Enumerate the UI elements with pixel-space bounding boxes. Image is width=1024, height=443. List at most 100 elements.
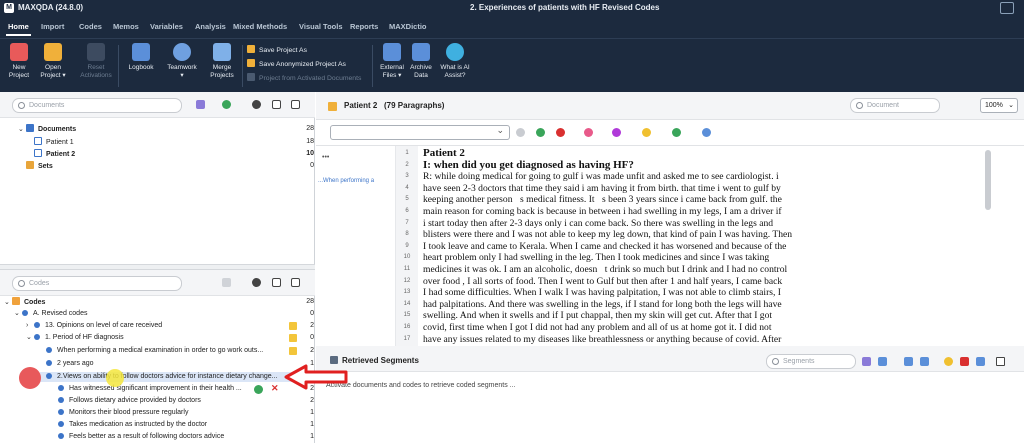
emoticode-icon[interactable]: [642, 128, 651, 137]
document-text-line[interactable]: blisters were there and I was not able t…: [423, 229, 792, 240]
documents-root[interactable]: ⌄ Documents 28: [18, 124, 315, 134]
edit-icon[interactable]: [328, 102, 337, 111]
chevron-down-icon[interactable]: ⌄: [14, 309, 22, 319]
gear-icon[interactable]: [252, 278, 261, 287]
tab-memos[interactable]: Memos: [113, 22, 139, 31]
code-select-dropdown[interactable]: [330, 125, 510, 140]
document-text-line[interactable]: have any issues related to my diseases l…: [423, 334, 781, 345]
document-scrollbar[interactable]: [985, 150, 991, 210]
highlight-icon[interactable]: [612, 128, 621, 137]
ai-assist-button[interactable]: What is AI Assist?: [438, 43, 472, 80]
tab-home[interactable]: Home: [6, 22, 31, 36]
tab-variables[interactable]: Variables: [150, 22, 183, 31]
tab-mixed-methods[interactable]: Mixed Methods: [233, 22, 287, 31]
close-icon[interactable]: ✕: [271, 383, 279, 393]
archive-data-button[interactable]: Archive Data: [404, 43, 438, 80]
add-code-icon[interactable]: [254, 385, 263, 394]
documents-search-input[interactable]: Documents: [12, 98, 182, 113]
codes-root[interactable]: ⌄ Codes 28: [4, 297, 315, 307]
list-icon[interactable]: [904, 357, 913, 366]
document-text-line[interactable]: swelling. And when it swells and if I pu…: [423, 310, 772, 321]
document-item[interactable]: Patient 1 18: [34, 137, 315, 147]
document-search-input[interactable]: Document: [850, 98, 940, 113]
window-layout-icon[interactable]: [1000, 2, 1014, 14]
gear-icon[interactable]: [252, 100, 261, 109]
chevron-down-icon[interactable]: ⌄: [18, 125, 26, 135]
document-text-line[interactable]: I: when did you get diagnosed as having …: [423, 159, 634, 171]
chevron-right-icon[interactable]: ›: [26, 321, 34, 331]
add-icon[interactable]: [222, 100, 231, 109]
code-row[interactable]: Has witnessed significant improvement in…: [58, 383, 315, 394]
document-text-line[interactable]: Patient 2: [423, 148, 465, 159]
document-item[interactable]: Patient 2 10: [34, 149, 315, 159]
document-text-line[interactable]: heart problem only I had swelling in the…: [423, 252, 769, 263]
code-row-selected[interactable]: 2.Views on ability to follow doctors adv…: [40, 372, 315, 382]
document-text-line[interactable]: medicines it was ok. I am an alcoholic, …: [423, 264, 787, 275]
undock-icon[interactable]: [291, 278, 300, 287]
export-icon[interactable]: [960, 357, 969, 366]
chevron-down-icon[interactable]: ⌄: [26, 333, 34, 343]
document-text-line[interactable]: i start today then after 2-3 days only i…: [423, 218, 773, 229]
undock-icon[interactable]: [996, 357, 1005, 366]
code-tool-icon[interactable]: [222, 278, 231, 287]
document-text-line[interactable]: had palpitations. And there was swelling…: [423, 299, 782, 310]
table-icon[interactable]: [920, 357, 929, 366]
code-row[interactable]: Takes medication as instructed by the do…: [58, 420, 315, 430]
zoom-select[interactable]: 100% ⌄: [980, 98, 1018, 113]
code-row[interactable]: Monitors their blood pressure regularly …: [58, 408, 315, 418]
view-icon[interactable]: [878, 357, 887, 366]
document-text-line[interactable]: R: while doing medical for going to gulf…: [423, 171, 779, 182]
new-document-icon[interactable]: [196, 100, 205, 109]
code-row[interactable]: Feels better as a result of following do…: [58, 432, 315, 442]
teamwork-button[interactable]: Teamwork ▾: [165, 43, 199, 80]
excel-icon[interactable]: [976, 357, 985, 366]
tab-codes[interactable]: Codes: [79, 22, 102, 31]
tab-analysis[interactable]: Analysis: [195, 22, 226, 31]
filter-icon[interactable]: [862, 357, 871, 366]
tab-maxdictio[interactable]: MAXDictio: [389, 22, 427, 31]
tab-import[interactable]: Import: [41, 22, 64, 31]
document-text-line[interactable]: keeping another person s medical fitness…: [423, 194, 782, 205]
code-arrow-icon[interactable]: [516, 128, 525, 137]
code-row[interactable]: Follows dietary advice provided by docto…: [58, 396, 315, 406]
tab-reports[interactable]: Reports: [350, 22, 378, 31]
memo-icon[interactable]: [289, 347, 297, 355]
in-vivo-icon[interactable]: [672, 128, 681, 137]
document-text-line[interactable]: over food , I all sorts of food. Then I …: [423, 276, 782, 287]
new-project-button[interactable]: New Project: [2, 43, 36, 80]
memo-icon[interactable]: [289, 334, 297, 342]
color-code-icon[interactable]: [584, 128, 593, 137]
code-row[interactable]: ⌄ A. Revised codes 0: [14, 309, 315, 319]
document-text-line[interactable]: covid, first time when I got I did not h…: [423, 322, 772, 333]
document-text-line[interactable]: I took leave and came to Kerala. When I …: [423, 241, 786, 252]
code-remove-icon[interactable]: [556, 128, 565, 137]
more-dots[interactable]: •••: [322, 154, 329, 161]
ai-icon[interactable]: [944, 357, 953, 366]
coding-stripe-label[interactable]: ...When performing a: [318, 178, 374, 184]
code-row[interactable]: When performing a medical examination in…: [46, 346, 315, 356]
segments-search-input[interactable]: Segments: [766, 354, 856, 369]
merge-projects-button[interactable]: Merge Projects: [205, 43, 239, 80]
document-text-line[interactable]: have seen 2-3 doctors that time they sai…: [423, 183, 781, 194]
codes-search-input[interactable]: Codes: [12, 276, 182, 291]
code-add-icon[interactable]: [536, 128, 545, 137]
paraphrase-icon[interactable]: [702, 128, 711, 137]
reset-activations-button[interactable]: Reset Activations: [79, 43, 113, 80]
logbook-button[interactable]: Logbook: [124, 43, 158, 72]
code-row[interactable]: ⌄ 1. Period of HF diagnosis 0: [26, 333, 315, 343]
chevron-down-icon[interactable]: ⌄: [4, 298, 12, 308]
code-row[interactable]: › 13. Opinions on level of care received …: [26, 321, 315, 331]
code-row[interactable]: 2 years ago 1: [46, 359, 315, 369]
save-project-as-button[interactable]: Save Project As: [247, 45, 307, 56]
document-text-line[interactable]: I had some difficulties. When I walk I w…: [423, 287, 781, 298]
window-icon[interactable]: [272, 100, 281, 109]
window-icon[interactable]: [272, 278, 281, 287]
sets-root[interactable]: Sets 0: [26, 161, 315, 171]
tab-visual-tools[interactable]: Visual Tools: [299, 22, 342, 31]
document-text-line[interactable]: main reason for coming back is because i…: [423, 206, 782, 217]
save-anonymized-project-button[interactable]: Save Anonymized Project As: [247, 59, 346, 70]
project-from-activated-button[interactable]: Project from Activated Documents: [247, 73, 361, 84]
memo-icon[interactable]: [289, 322, 297, 330]
open-project-button[interactable]: Open Project ▾: [36, 43, 70, 80]
undock-icon[interactable]: [291, 100, 300, 109]
